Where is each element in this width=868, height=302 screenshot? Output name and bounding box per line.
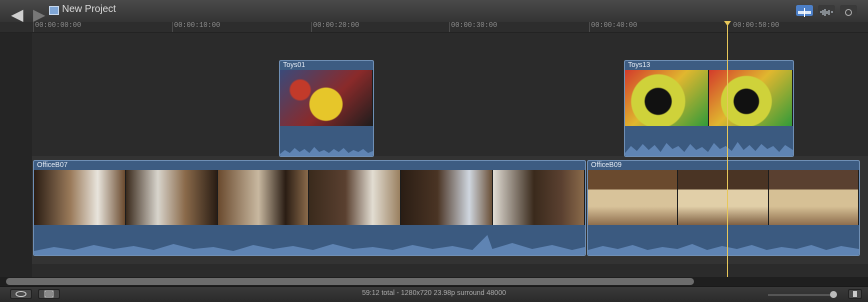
ruler-tick [311, 22, 312, 32]
timeline-header [0, 0, 868, 23]
video-thumbnail [768, 170, 859, 226]
ruler-tick [589, 22, 590, 32]
project-icon [49, 6, 59, 15]
zoom-in-icon[interactable] [848, 289, 862, 299]
video-thumbnail [709, 70, 793, 127]
ruler-timecode: 00:00:00:00 [35, 22, 82, 30]
playhead[interactable] [727, 22, 728, 280]
video-thumbnail [309, 170, 402, 226]
ruler-timecode: 00:00:40:00 [591, 22, 638, 30]
video-thumbnail [280, 70, 373, 127]
video-thumbnail [625, 70, 709, 127]
ruler-timecode: 00:00:10:00 [174, 22, 221, 30]
clip-filmstrip [280, 70, 373, 127]
zoom-slider-knob[interactable] [830, 291, 837, 298]
marker-blue[interactable] [642, 160, 647, 161]
marker-yellow[interactable] [683, 60, 688, 61]
ruler-timecode: 00:00:50:00 [733, 22, 780, 30]
ruler-tick [33, 22, 34, 32]
video-thumbnail [588, 170, 679, 226]
video-thumbnail [678, 170, 769, 226]
audio-skimming-icon[interactable] [818, 5, 835, 16]
marker-blue[interactable] [637, 60, 642, 61]
ruler-tick [449, 22, 450, 32]
scrollbar-thumb[interactable] [6, 278, 694, 285]
ruler-timecode: 00:00:20:00 [313, 22, 360, 30]
project-title: New Project [62, 4, 116, 15]
solo-icon[interactable] [840, 5, 857, 16]
clip-filmstrip [588, 170, 859, 226]
audio-waveform [34, 225, 585, 255]
ruler-tick [172, 22, 173, 32]
clip-name: Toys01 [283, 62, 306, 69]
audio-waveform [588, 225, 859, 255]
video-thumbnail [34, 170, 126, 226]
ruler-timecode: 00:00:30:00 [451, 22, 498, 30]
clip-name: OfficeB09 [591, 162, 622, 169]
video-thumbnail [493, 170, 585, 226]
timeline-left-gutter [0, 33, 32, 277]
clip-officeb07[interactable]: OfficeB07 [33, 160, 586, 256]
marker-red[interactable] [660, 60, 665, 61]
video-thumbnail [217, 170, 310, 226]
video-thumbnail [401, 170, 494, 226]
project-status: 59:12 total - 1280x720 23.98p surround 4… [361, 290, 506, 297]
clip-toys13[interactable]: Toys13 [624, 60, 794, 157]
audio-waveform [625, 126, 793, 156]
clip-toys01[interactable]: Toys01 [279, 60, 374, 157]
clip-officeb09[interactable]: OfficeB09 [587, 160, 860, 256]
clip-skimming-icon[interactable] [796, 5, 813, 17]
audio-waveform [280, 126, 373, 156]
clip-filmstrip [34, 170, 585, 226]
video-thumbnail [125, 170, 218, 226]
clip-name: Toys13 [628, 62, 651, 69]
clip-name: OfficeB07 [37, 162, 68, 169]
clip-filmstrip [625, 70, 793, 127]
zoom-slider-icon[interactable] [768, 294, 834, 296]
